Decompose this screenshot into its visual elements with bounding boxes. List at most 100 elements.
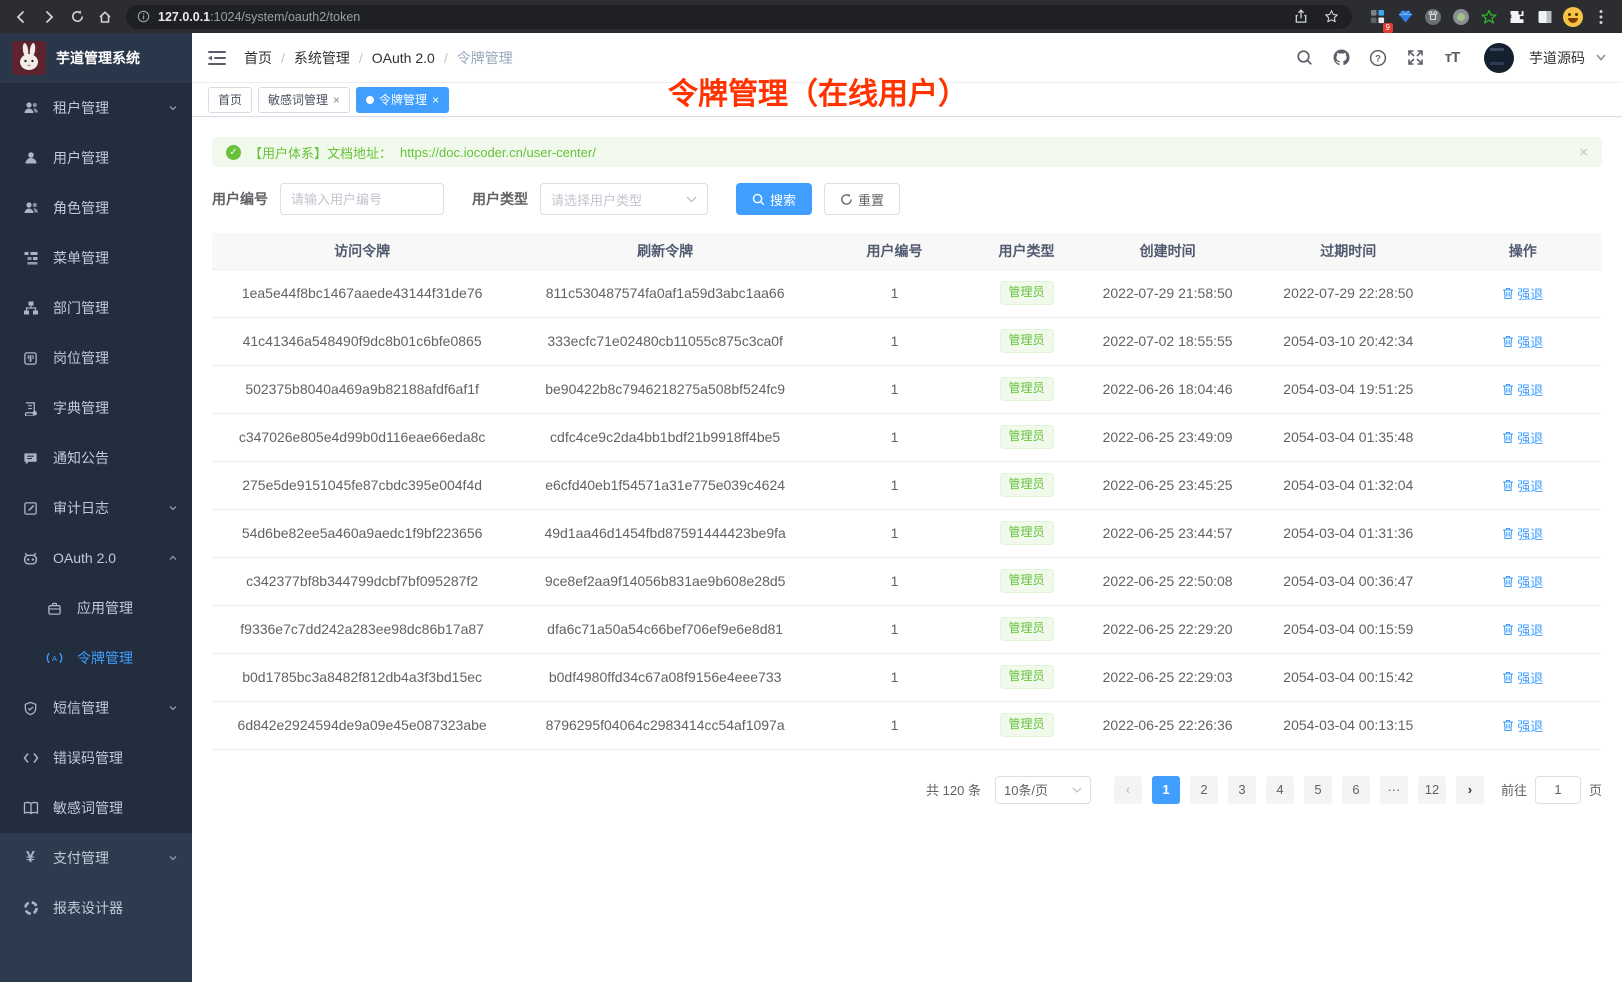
yen-icon: ¥ (22, 850, 39, 867)
user-id-label: 用户编号 (212, 189, 268, 209)
fullscreen-icon[interactable] (1404, 47, 1426, 69)
page-button-6[interactable]: 6 (1342, 776, 1370, 804)
sidebar-item-pay[interactable]: ¥ 支付管理 (0, 833, 192, 883)
force-logout-button[interactable]: 强退 (1502, 668, 1543, 687)
page-button-5[interactable]: 5 (1304, 776, 1332, 804)
sidebar-item-audit-log[interactable]: 审计日志 (0, 483, 192, 533)
chevron-down-icon (168, 103, 178, 113)
sidebar-item-sensitive[interactable]: 敏感词管理 (0, 783, 192, 833)
status-badge: 管理员 (1000, 569, 1054, 593)
sidebar-item-report-designer[interactable]: 报表设计器 (0, 883, 192, 933)
sidebar-item-oauth-app[interactable]: 应用管理 (0, 583, 192, 633)
sidebar-item-notice[interactable]: 通知公告 (0, 433, 192, 483)
page-ellipsis-button[interactable]: ··· (1380, 776, 1408, 804)
browser-forward-icon[interactable] (38, 6, 60, 28)
close-icon[interactable]: × (333, 94, 340, 106)
search-button[interactable]: 搜索 (736, 183, 812, 215)
page-button-3[interactable]: 3 (1228, 776, 1256, 804)
extension-star-icon[interactable] (1478, 6, 1500, 28)
sidebar-item-dict[interactable]: 字典管理 (0, 383, 192, 433)
breadcrumb-system[interactable]: 系统管理 (294, 48, 363, 68)
page-button-1[interactable]: 1 (1152, 776, 1180, 804)
col-refresh-token: 刷新令牌 (512, 233, 818, 269)
doc-alert: ✓ 【用户体系】文档地址： https://doc.iocoder.cn/use… (212, 137, 1602, 167)
user-name[interactable]: 芋道源码 (1529, 48, 1585, 68)
sidebar-toggle-icon[interactable] (1534, 6, 1556, 28)
force-logout-button[interactable]: 强退 (1502, 284, 1543, 303)
user-id-input[interactable] (280, 183, 444, 215)
page-button-4[interactable]: 4 (1266, 776, 1294, 804)
bookmark-star-icon[interactable] (1320, 6, 1342, 28)
alert-text: 【用户体系】文档地址： (249, 143, 392, 162)
table-row: 6d842e2924594de9a09e45e087323abe8796295f… (212, 701, 1602, 749)
breadcrumb-home[interactable]: 首页 (244, 48, 285, 68)
page-content: ✓ 【用户体系】文档地址： https://doc.iocoder.cn/use… (192, 117, 1622, 982)
force-logout-button[interactable]: 强退 (1502, 572, 1543, 591)
force-logout-button[interactable]: 强退 (1502, 428, 1543, 447)
sidebar-item-role[interactable]: 角色管理 (0, 183, 192, 233)
font-size-icon[interactable]: тT (1441, 47, 1463, 69)
alert-close-icon[interactable]: × (1579, 145, 1588, 160)
sidebar-item-post[interactable]: 岗位管理 (0, 333, 192, 383)
app-logo[interactable]: 芋道管理系统 (0, 33, 192, 83)
next-page-button[interactable]: › (1456, 776, 1484, 804)
site-info-icon[interactable] (136, 6, 150, 28)
sidebar-item-menu-mgmt[interactable]: 菜单管理 (0, 233, 192, 283)
tab-home[interactable]: 首页 (208, 87, 252, 113)
prev-page-button[interactable]: ‹ (1114, 776, 1142, 804)
tab-sensitive-words[interactable]: 敏感词管理 × (258, 87, 350, 113)
browser-reload-icon[interactable] (66, 6, 88, 28)
col-user-type: 用户类型 (971, 233, 1082, 269)
pagination: 共 120 条 10条/页 ‹ 1 2 3 4 5 6 ··· 12 › 前往 … (212, 776, 1602, 804)
github-icon[interactable] (1330, 47, 1352, 69)
close-icon[interactable]: × (432, 94, 439, 106)
extension-record-icon[interactable] (1450, 6, 1472, 28)
table-row: 41c41346a548490f9dc8b01c6bfe0865333ecfc7… (212, 317, 1602, 365)
browser-home-icon[interactable] (94, 6, 116, 28)
doc-link[interactable]: https://doc.iocoder.cn/user-center/ (400, 145, 596, 160)
force-logout-button[interactable]: 强退 (1502, 380, 1543, 399)
extension-command-icon[interactable] (1422, 6, 1444, 28)
sidebar-item-user[interactable]: 用户管理 (0, 133, 192, 183)
sidebar-item-tenant[interactable]: 租户管理 (0, 83, 192, 133)
breadcrumb-oauth[interactable]: OAuth 2.0 (372, 50, 448, 66)
reset-button[interactable]: 重置 (824, 183, 900, 215)
sidebar-fold-icon[interactable] (206, 47, 228, 69)
sidebar-item-errcode[interactable]: 错误码管理 (0, 733, 192, 783)
help-icon[interactable]: ? (1367, 47, 1389, 69)
chevron-up-icon (168, 553, 178, 563)
force-logout-button[interactable]: 强退 (1502, 620, 1543, 639)
force-logout-button[interactable]: 强退 (1502, 476, 1543, 495)
chevron-down-icon (686, 196, 697, 203)
token-broadcast-icon: A (46, 650, 63, 667)
sidebar-item-oauth-token[interactable]: A 令牌管理 (0, 633, 192, 683)
user-type-select[interactable]: 请选择用户类型 (540, 183, 708, 215)
force-logout-button[interactable]: 强退 (1502, 332, 1543, 351)
profile-avatar-icon[interactable] (1562, 6, 1584, 28)
status-badge: 管理员 (1000, 617, 1054, 641)
sidebar-item-oauth[interactable]: OAuth 2.0 (0, 533, 192, 583)
share-icon[interactable] (1290, 6, 1312, 28)
extensions-puzzle-icon[interactable] (1506, 6, 1528, 28)
browser-back-icon[interactable] (10, 6, 32, 28)
briefcase-icon (46, 600, 63, 617)
force-logout-button[interactable]: 强退 (1502, 524, 1543, 543)
page-button-12[interactable]: 12 (1418, 776, 1446, 804)
sidebar-item-dept[interactable]: 部门管理 (0, 283, 192, 333)
page-size-select[interactable]: 10条/页 (995, 776, 1091, 804)
user-caret-icon[interactable] (1596, 54, 1606, 61)
page-button-2[interactable]: 2 (1190, 776, 1218, 804)
search-icon[interactable] (1293, 47, 1315, 69)
sidebar-item-sms[interactable]: 短信管理 (0, 683, 192, 733)
user-avatar[interactable] (1484, 43, 1514, 73)
status-badge: 管理员 (1000, 665, 1054, 689)
force-logout-button[interactable]: 强退 (1502, 716, 1543, 735)
browser-menu-icon[interactable] (1590, 6, 1612, 28)
goto-page-input[interactable] (1535, 776, 1581, 804)
tab-token-mgmt[interactable]: 令牌管理 × (356, 87, 449, 113)
extension-gem-icon[interactable] (1394, 6, 1416, 28)
address-bar[interactable]: 127.0.0.1:1024/system/oauth2/token (126, 5, 1352, 29)
extension-palette-icon[interactable]: 9 (1366, 6, 1388, 28)
table-row: f9336e7c7dd242a283ee98dc86b17a87dfa6c71a… (212, 605, 1602, 653)
table-row: c342377bf8b344799dcbf7bf095287f29ce8ef2a… (212, 557, 1602, 605)
